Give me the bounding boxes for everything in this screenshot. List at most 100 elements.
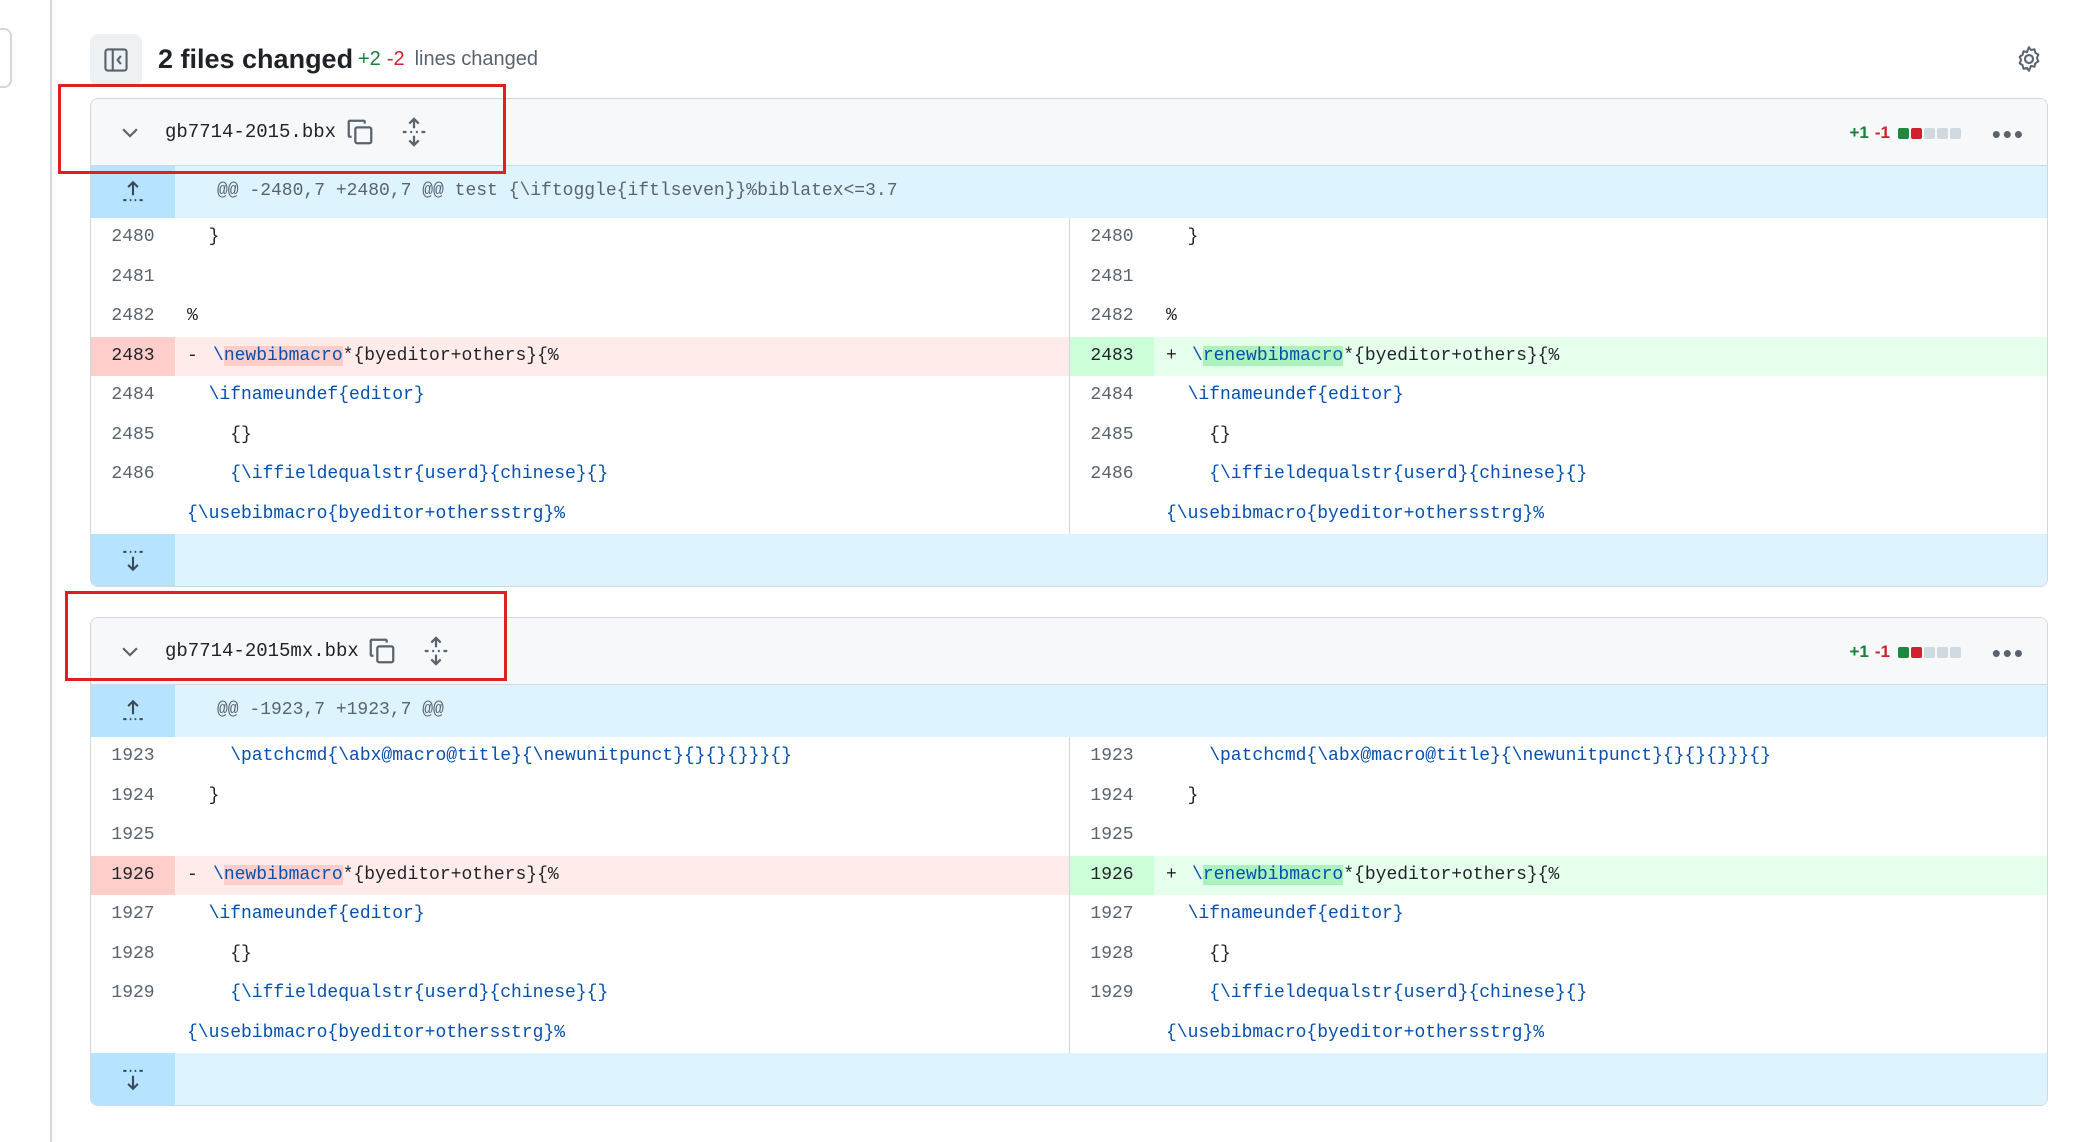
line-number[interactable]: 2486 [91,455,175,495]
file-additions: +1 [1849,642,1869,661]
total-deletions: -2 [386,48,405,70]
table-row: 2486 {\iffieldequalstr{userd}{chinese}{}… [91,455,2047,495]
lines-changed-label: lines changed [414,48,539,70]
code-line: {} [1166,943,1231,964]
added-code-line: + \renewbibmacro*{byeditor+others}{% [1154,337,2047,377]
code-line: {} [1166,424,1231,445]
deleted-word-highlight: newbibmacro [223,864,343,885]
table-row: 1928 {} 1928 {} [91,934,2047,975]
diffstat-block [1898,127,1909,139]
hunk-footer [91,534,2047,586]
expand-up-icon [123,180,143,202]
line-number[interactable]: 2485 [1070,416,1154,456]
line-number[interactable]: 2481 [91,258,175,298]
code-line: {\usebibmacro{byeditor+othersstrg}% [1166,503,1545,524]
hunk-header-text: @@ -1923,7 +1923,7 @@ [217,700,444,720]
line-number [1070,495,1154,535]
line-number[interactable]: 1926 [1070,855,1154,895]
code-line: {\usebibmacro{byeditor+othersstrg}% [187,503,566,524]
file-diffstat: +1 -1 [1849,642,1963,662]
table-row: 2481 2481 [91,257,2047,298]
line-number[interactable]: 1924 [91,777,175,817]
line-number[interactable]: 2485 [91,416,175,456]
expand-down-button[interactable] [91,1053,175,1105]
code-line: % [1166,306,1177,326]
file-diff-2: gb7714-2015mx.bbx +1 -1 ••• @@ -1923,7 +1… [90,617,2048,1106]
line-number[interactable]: 1927 [1070,895,1154,935]
table-row: 1925 1925 [91,816,2047,856]
code-line: \patchcmd{\abx@macro@title}{\newunitpunc… [1166,746,1771,766]
kebab-icon[interactable]: ••• [1992,119,2025,150]
diffstat-block [1898,646,1909,658]
table-row: 2480 } 2480 } [91,218,2047,258]
code-line: \patchcmd{\abx@macro@title}{\newunitpunc… [187,746,792,766]
line-number[interactable]: 2480 [91,218,175,258]
deletion-sign: - [187,345,198,366]
line-number[interactable]: 2484 [91,376,175,416]
line-number [91,495,175,535]
line-number[interactable]: 1928 [1070,935,1154,975]
hunk-header-text: @@ -2480,7 +2480,7 @@ test {\iftoggle{if… [217,181,898,201]
line-number[interactable]: 1923 [1070,737,1154,777]
line-number[interactable]: 1926 [91,855,175,895]
line-number[interactable]: 2482 [91,297,175,337]
line-number[interactable]: 1925 [91,816,175,856]
expand-down-icon [123,550,143,572]
file-tree-toggle-button[interactable] [90,34,142,86]
table-row: {\usebibmacro{byeditor+othersstrg}% {\us… [91,494,2047,535]
kebab-icon[interactable]: ••• [1992,638,2025,669]
hunk-header: @@ -1923,7 +1923,7 @@ [91,685,2047,737]
line-number[interactable]: 1927 [91,895,175,935]
expand-down-icon [123,1069,143,1091]
line-number[interactable]: 2483 [91,336,175,376]
line-number[interactable]: 2484 [1070,376,1154,416]
code-line: } [1166,227,1199,247]
line-number[interactable]: 2480 [1070,218,1154,258]
diffstat-block [1937,646,1948,658]
annotation-highlight-box [58,84,506,174]
expand-up-button[interactable] [91,685,175,737]
table-row: 1923 \patchcmd{\abx@macro@title}{\newuni… [91,737,2047,777]
code-line: {} [187,424,252,445]
code-line: } [187,785,220,806]
diffstat-block [1911,127,1922,139]
line-number[interactable]: 2483 [1070,336,1154,376]
expand-down-button[interactable] [91,534,175,586]
code-line: \ifnameundef{editor} [187,385,425,405]
line-number[interactable]: 1929 [1070,974,1154,1014]
deleted-word-highlight: newbibmacro [223,345,343,366]
addition-sign: + [1166,864,1177,885]
total-additions: +2 [358,48,381,70]
code-line: } [1166,785,1199,806]
line-number [1070,1014,1154,1054]
diffstat-block [1937,127,1948,139]
line-number[interactable]: 2482 [1070,297,1154,337]
sidebar-collapsed-tab[interactable] [0,28,12,88]
added-word-highlight: renewbibmacro [1202,864,1344,885]
diff-summary-bar: 2 files changed +2 -2 lines changed [90,30,2050,92]
line-number[interactable]: 1929 [91,974,175,1014]
diffstat-block [1911,646,1922,658]
code-line: } [187,227,220,247]
table-row: 2485 {} 2485 {} [91,415,2047,456]
line-number[interactable]: 2486 [1070,455,1154,495]
addition-sign: + [1166,345,1177,366]
table-row: 1924 } 1924 } [91,776,2047,817]
line-number[interactable]: 1924 [1070,777,1154,817]
code-line: {\iffieldequalstr{userd}{chinese}{} [187,464,609,484]
line-number[interactable]: 1928 [91,935,175,975]
line-number[interactable]: 2481 [1070,258,1154,298]
code-line: \ifnameundef{editor} [1166,385,1404,405]
gear-icon[interactable] [2014,44,2044,74]
file-deletions: -1 [1874,123,1890,142]
files-changed-title: 2 files changed [158,44,354,74]
table-row: {\usebibmacro{byeditor+othersstrg}% {\us… [91,1013,2047,1054]
deleted-code-line: - \newbibmacro*{byeditor+others}{% [175,856,1069,896]
file-diffstat: +1 -1 [1849,123,1963,143]
line-number[interactable]: 1923 [91,737,175,777]
line-number[interactable]: 1925 [1070,816,1154,856]
changed-row: 2483- \newbibmacro*{byeditor+others}{% 24… [91,336,2047,377]
